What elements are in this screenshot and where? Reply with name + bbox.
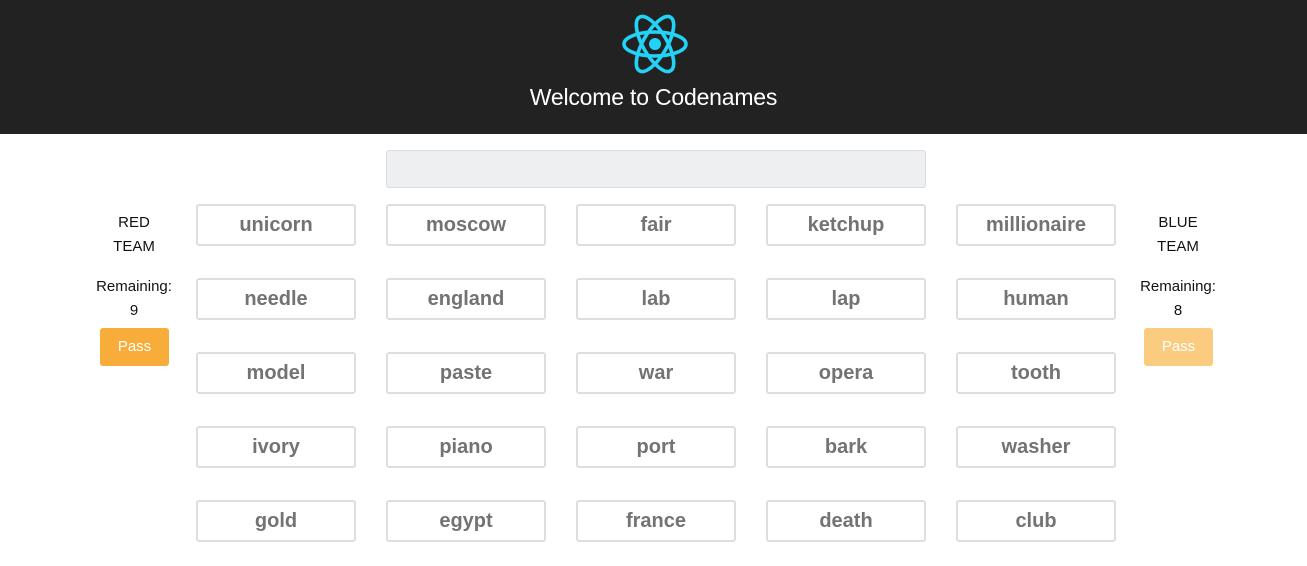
word-card-grid: unicorn moscow fair ketchup millionaire needl… [196,204,1116,542]
red-team-remaining: Remaining: 9 [79,275,189,323]
blue-team-remaining: Remaining: 8 [1123,275,1233,323]
word-card[interactable]: lap [766,278,926,320]
blue-team-remaining-count: 8 [1173,302,1183,319]
word-card[interactable]: fair [576,204,736,246]
word-card[interactable]: tooth [956,352,1116,394]
word-card[interactable]: egypt [386,500,546,542]
word-card[interactable]: war [576,352,736,394]
word-card[interactable]: needle [196,278,356,320]
word-card[interactable]: millionaire [956,204,1116,246]
word-card[interactable]: death [766,500,926,542]
word-card[interactable]: paste [386,352,546,394]
word-card[interactable]: piano [386,426,546,468]
word-card[interactable]: port [576,426,736,468]
blue-team-name: BLUE TEAM [1157,214,1199,255]
word-card[interactable]: ketchup [766,204,926,246]
word-card[interactable]: human [956,278,1116,320]
red-team-pass-button[interactable]: Pass [100,328,169,366]
word-card[interactable]: club [956,500,1116,542]
word-card[interactable]: model [196,352,356,394]
page-title: Welcome to Codenames [529,84,778,110]
react-atom-icon [622,14,688,74]
header-bar: Welcome to Codenames [0,0,1307,134]
clue-display [386,150,926,188]
word-card[interactable]: france [576,500,736,542]
word-card[interactable]: england [386,278,546,320]
word-card[interactable]: bark [766,426,926,468]
red-team-name: RED TEAM [113,214,155,255]
word-card[interactable]: lab [576,278,736,320]
blue-team-pass-button[interactable]: Pass [1144,328,1213,366]
red-team-remaining-label: Remaining: [96,278,172,295]
word-card[interactable]: moscow [386,204,546,246]
word-card[interactable]: opera [766,352,926,394]
word-card[interactable]: gold [196,500,356,542]
word-card[interactable]: ivory [196,426,356,468]
word-card[interactable]: unicorn [196,204,356,246]
blue-team-remaining-label: Remaining: [1140,278,1216,295]
word-card[interactable]: washer [956,426,1116,468]
red-team-remaining-count: 9 [129,302,139,319]
